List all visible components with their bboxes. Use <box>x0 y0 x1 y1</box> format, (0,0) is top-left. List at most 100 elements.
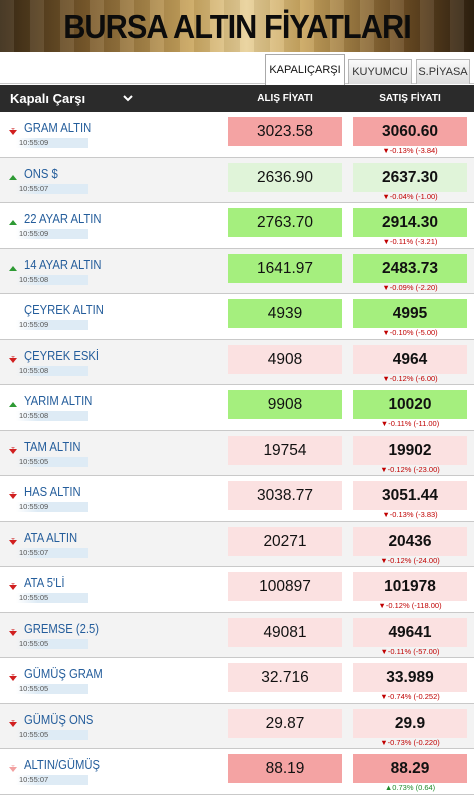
trend-down-icon <box>8 443 18 454</box>
table-row[interactable]: GREMSE (2.5) 10:55:05 49081 49641 ▼-0.11% (-… <box>0 612 474 658</box>
sell-price: 4964 <box>353 344 467 374</box>
tab-serbest-piyasa[interactable]: S.PİYASA <box>416 59 470 84</box>
update-time: 10:55:07 <box>16 775 88 785</box>
item-name[interactable]: ÇEYREK ALTIN <box>24 303 104 317</box>
update-time: 10:55:08 <box>16 365 88 376</box>
buy-price: 3023.58 <box>228 117 342 146</box>
trend-down-icon <box>8 761 18 772</box>
table-row[interactable]: 22 AYAR ALTIN 10:55:09 2763.70 2914.30 ▼-0.1… <box>0 203 474 249</box>
item-name[interactable]: ÇEYREK ESKİ <box>24 349 99 363</box>
sell-price-header: SATIŞ FİYATI <box>379 93 441 104</box>
item-name[interactable]: 14 AYAR ALTIN <box>24 258 102 272</box>
sell-price: 33.989 <box>353 663 467 692</box>
item-name[interactable]: GREMSE (2.5) <box>24 622 99 636</box>
table-row[interactable]: YARIM ALTIN 10:55:08 9908 10020 ▼-0.11% (-11… <box>0 385 474 431</box>
change-indicator: ▼-0.12% (-118.00) <box>378 601 442 610</box>
update-time: 10:55:09 <box>16 320 88 330</box>
table-row[interactable]: GRAM ALTIN 10:55:09 3023.58 3060.60 ▼-0.13% … <box>0 112 474 158</box>
item-name[interactable]: GRAM ALTIN <box>24 121 91 135</box>
update-time: 10:55:05 <box>16 638 88 649</box>
item-name[interactable]: GÜMÜŞ GRAM <box>24 667 103 681</box>
table-row[interactable]: ATA ALTIN 10:55:07 20271 20436 ▼-0.12% (-24.… <box>0 521 474 567</box>
trend-down-icon <box>8 625 18 636</box>
table-row[interactable]: ONS $ 10:55:07 2636.90 2637.30 ▼-0.04% (-1.0… <box>0 157 474 203</box>
change-indicator: ▼-0.11% (-57.00) <box>380 646 440 656</box>
buy-price: 29.87 <box>228 708 342 738</box>
market-tabs: KAPALIÇARŞI KUYUMCU S.PİYASA <box>0 52 474 85</box>
change-indicator: ▼-0.11% (-11.00) <box>380 419 440 428</box>
sell-price: 2483.73 <box>353 253 467 283</box>
chevron-down-icon[interactable] <box>122 92 134 104</box>
change-indicator: ▼-0.09% (-2.20) <box>382 282 438 292</box>
item-name[interactable]: YARIM ALTIN <box>24 394 92 408</box>
table-row[interactable]: ATA 5'Lİ 10:55:05 100897 101978 ▼-0.12% (-11… <box>0 567 474 613</box>
buy-price: 100897 <box>228 572 342 601</box>
sell-price: 4995 <box>353 299 467 328</box>
tab-kapalicarsi[interactable]: KAPALIÇARŞI <box>265 54 345 85</box>
item-name[interactable]: 22 AYAR ALTIN <box>24 212 102 226</box>
buy-price: 3038.77 <box>228 481 342 510</box>
table-row[interactable]: ÇEYREK ESKİ 10:55:08 4908 4964 ▼-0.12% (-6.0… <box>0 339 474 385</box>
trend-down-icon <box>8 488 18 499</box>
item-name[interactable]: TAM ALTIN <box>24 440 80 454</box>
buy-price: 2636.90 <box>228 162 342 192</box>
table-row[interactable]: ÇEYREK ALTIN 10:55:09 4939 4995 ▼-0.10% (-5.… <box>0 294 474 340</box>
item-name[interactable]: ALTIN/GÜMÜŞ <box>24 758 100 772</box>
sell-price: 2914.30 <box>353 208 467 237</box>
table-row[interactable]: TAM ALTIN 10:55:05 19754 19902 ▼-0.12% (-23.… <box>0 430 474 476</box>
update-time: 10:55:05 <box>16 593 88 603</box>
sell-price: 49641 <box>353 617 467 647</box>
update-time: 10:55:08 <box>16 274 88 285</box>
item-name[interactable]: ATA ALTIN <box>24 531 77 545</box>
sell-price: 10020 <box>353 390 467 419</box>
trend-up-icon <box>8 215 18 225</box>
change-indicator: ▼-0.04% (-1.00) <box>382 191 438 201</box>
change-indicator: ▼-0.73% (-0.220) <box>380 737 440 747</box>
buy-price: 1641.97 <box>228 253 342 283</box>
buy-price: 4939 <box>228 299 342 328</box>
tab-kuyumcu[interactable]: KUYUMCU <box>348 59 412 84</box>
sell-price: 29.9 <box>353 708 467 738</box>
table-row[interactable]: GÜMÜŞ ONS 10:55:05 29.87 29.9 ▼-0.73% (-0.22… <box>0 703 474 749</box>
table-row[interactable]: GÜMÜŞ GRAM 10:55:05 32.716 33.989 ▼-0.74% (-… <box>0 658 474 704</box>
buy-price: 9908 <box>228 390 342 419</box>
change-indicator: ▼-0.10% (-5.00) <box>382 328 438 337</box>
sell-price: 19902 <box>353 435 467 465</box>
buy-price: 32.716 <box>228 663 342 692</box>
update-time: 10:55:05 <box>16 684 88 694</box>
trend-up-icon <box>8 261 18 271</box>
buy-price: 19754 <box>228 435 342 465</box>
item-name[interactable]: HAS ALTIN <box>24 485 81 499</box>
trend-down-icon <box>8 670 18 681</box>
change-indicator: ▼-0.12% (-24.00) <box>380 555 440 565</box>
buy-price: 20271 <box>228 526 342 556</box>
buy-price: 2763.70 <box>228 208 342 237</box>
header-banner: BURSA ALTIN FİYATLARI <box>0 0 474 52</box>
trend-down-icon <box>8 579 18 590</box>
item-name[interactable]: ONS $ <box>24 167 58 181</box>
table-row[interactable]: HAS ALTIN 10:55:09 3038.77 3051.44 ▼-0.13% (… <box>0 476 474 522</box>
item-name[interactable]: ATA 5'Lİ <box>24 576 65 590</box>
sell-price: 3051.44 <box>353 481 467 510</box>
table-row[interactable]: ALTIN/GÜMÜŞ 10:55:07 88.19 88.29 ▲0.73% (0.6… <box>0 749 474 795</box>
sell-price: 101978 <box>353 572 467 601</box>
item-name[interactable]: GÜMÜŞ ONS <box>24 713 93 727</box>
market-select-label[interactable]: Kapalı Çarşı <box>10 85 85 112</box>
price-table: GRAM ALTIN 10:55:09 3023.58 3060.60 ▼-0.13% … <box>0 112 474 795</box>
trend-up-icon <box>8 170 18 180</box>
table-header: Kapalı Çarşı ALIŞ FİYATI SATIŞ FİYATI <box>0 85 474 112</box>
change-indicator: ▼-0.74% (-0.252) <box>380 692 440 701</box>
change-indicator: ▼-0.11% (-3.21) <box>382 237 438 246</box>
update-time: 10:55:05 <box>16 729 88 740</box>
trend-up-icon <box>8 397 18 407</box>
sell-price: 88.29 <box>353 754 467 783</box>
sell-price: 20436 <box>353 526 467 556</box>
trend-down-icon <box>8 124 18 135</box>
table-row[interactable]: 14 AYAR ALTIN 10:55:08 1641.97 2483.73 ▼-0.0… <box>0 248 474 294</box>
update-time: 10:55:07 <box>16 547 88 558</box>
buy-price-header: ALIŞ FİYATI <box>257 93 313 104</box>
change-indicator: ▼-0.12% (-6.00) <box>382 373 438 383</box>
page-title: BURSA ALTIN FİYATLARI <box>63 8 412 45</box>
trend-down-icon <box>8 534 18 545</box>
change-indicator: ▼-0.13% (-3.84) <box>382 146 438 155</box>
